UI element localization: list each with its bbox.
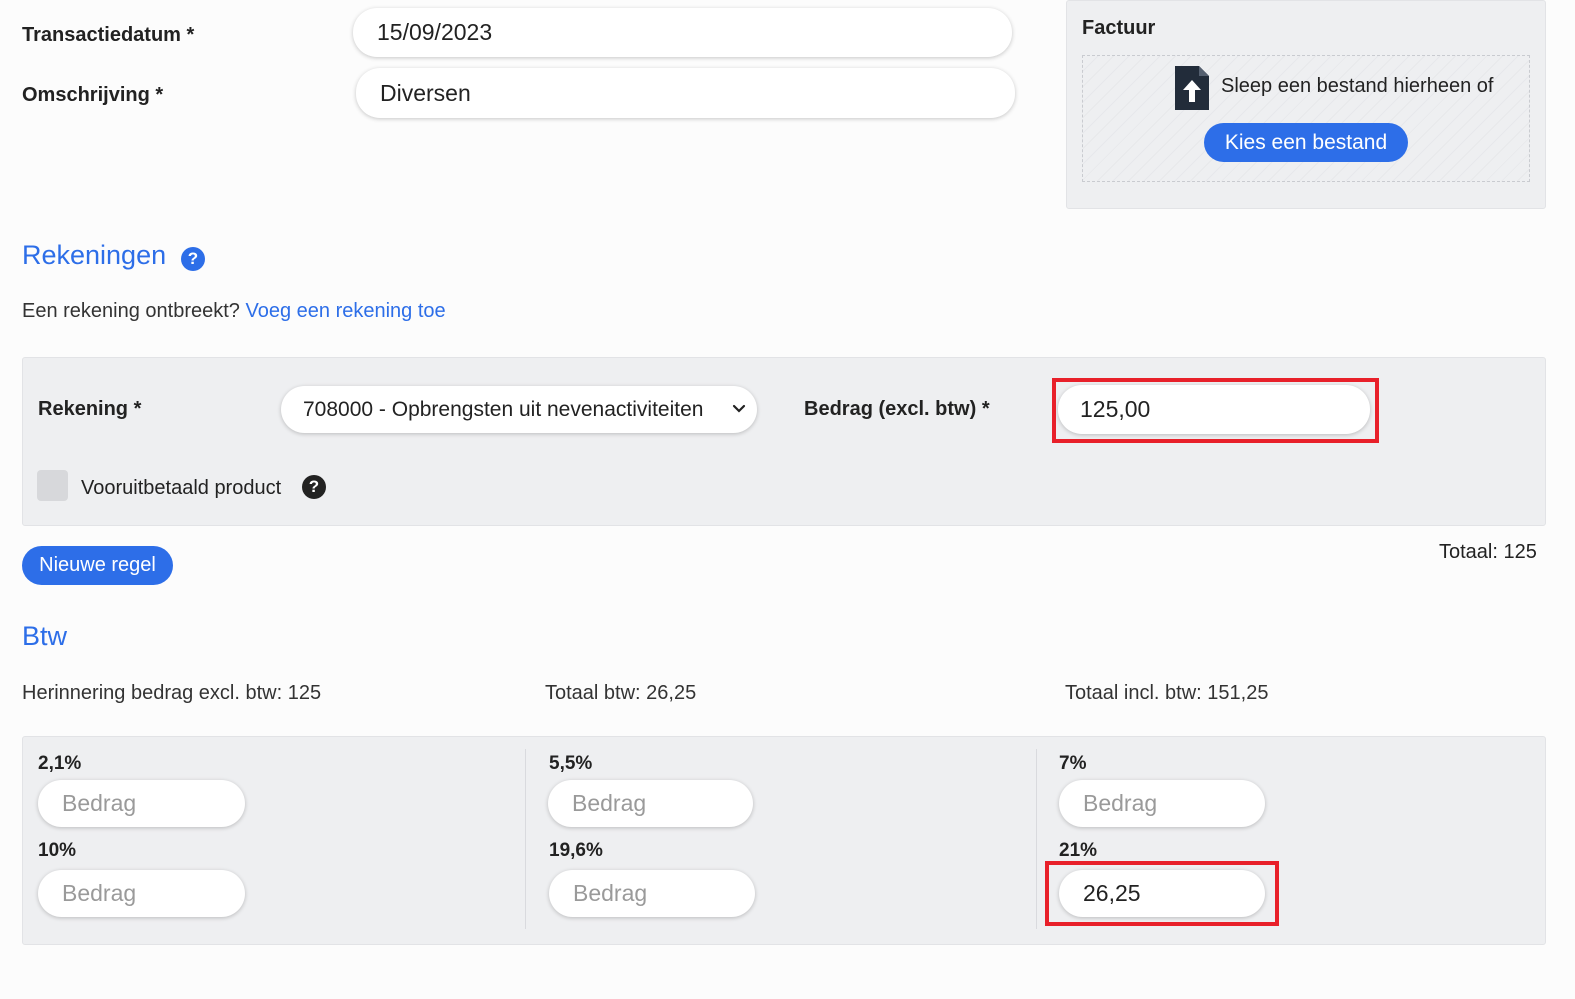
drop-text: Sleep een bestand hierheen of (1221, 75, 1494, 97)
rate-input-19-6[interactable]: Bedrag (549, 870, 755, 917)
rate-label-2-1: 2,1% (38, 753, 82, 774)
rate-input-7[interactable]: Bedrag (1059, 780, 1265, 827)
account-line-panel: Rekening * 708000 - Opbrengsten uit neve… (22, 357, 1546, 526)
divider (525, 749, 526, 929)
description-label: Omschrijving * (22, 84, 164, 106)
prepaid-label: Vooruitbetaald product (81, 477, 282, 499)
description-input[interactable]: Diversen (356, 68, 1015, 118)
accounts-help-icon[interactable]: ? (181, 247, 205, 271)
rate-input-10[interactable]: Bedrag (38, 870, 245, 917)
rate-input-5-5[interactable]: Bedrag (548, 780, 753, 827)
accounts-total: Totaal: 125 (1439, 541, 1537, 563)
divider (1036, 749, 1037, 929)
vat-total: Totaal btw: 26,25 (545, 682, 697, 704)
prepaid-help-icon[interactable]: ? (302, 475, 326, 499)
chevron-down-icon (729, 398, 749, 418)
accounts-heading: Rekeningen (22, 240, 167, 270)
missing-account-text: Een rekening ontbreekt? (22, 300, 240, 322)
rate-label-19-6: 19,6% (549, 840, 603, 861)
amount-label: Bedrag (excl. btw) * (804, 398, 990, 420)
invoice-title: Factuur (1082, 17, 1156, 39)
vat-21-highlight-box (1045, 861, 1279, 926)
vat-rates-panel: 2,1% Bedrag 5,5% Bedrag 7% Bedrag 10% Be… (22, 736, 1546, 945)
prepaid-checkbox[interactable] (37, 470, 68, 501)
add-account-link[interactable]: Voeg een rekening toe (246, 300, 446, 322)
vat-heading: Btw (22, 621, 68, 651)
rate-label-21: 21% (1059, 840, 1098, 861)
amount-highlight-box (1052, 378, 1379, 443)
vat-total-incl: Totaal incl. btw: 151,25 (1065, 682, 1269, 704)
date-label: Transactiedatum * (22, 24, 195, 46)
account-select-value: 708000 - Opbrengsten uit nevenactiviteit… (303, 397, 704, 421)
date-input[interactable]: 15/09/2023 (353, 8, 1012, 57)
rate-label-10: 10% (38, 840, 77, 861)
rate-label-7: 7% (1059, 753, 1087, 774)
new-line-button[interactable]: Nieuwe regel (22, 546, 173, 585)
rate-label-5-5: 5,5% (549, 753, 593, 774)
drop-zone[interactable]: Sleep een bestand hierheen of Kies een b… (1082, 55, 1530, 182)
choose-file-button[interactable]: Kies een bestand (1204, 123, 1408, 162)
upload-file-icon (1173, 64, 1211, 112)
missing-account-row: Een rekening ontbreekt? Voeg een rekenin… (22, 300, 446, 323)
account-select[interactable]: 708000 - Opbrengsten uit nevenactiviteit… (281, 386, 757, 433)
rate-input-2-1[interactable]: Bedrag (38, 780, 245, 827)
invoice-panel: Factuur Sleep een bestand hierheen of Ki… (1066, 0, 1546, 209)
account-label: Rekening * (38, 398, 142, 420)
vat-reminder: Herinnering bedrag excl. btw: 125 (22, 682, 322, 704)
